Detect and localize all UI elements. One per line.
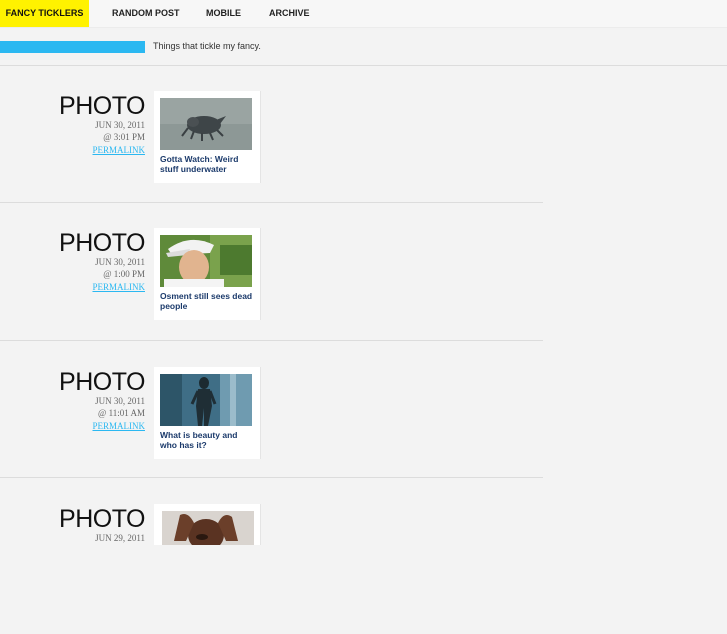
post-type: PHOTO — [59, 92, 145, 120]
woman-portrait-photo[interactable] — [162, 511, 254, 545]
top-nav: FANCY TICKLERS RANDOM POST MOBILE ARCHIV… — [0, 0, 727, 28]
post-divider — [0, 477, 543, 478]
statue-photo[interactable] — [160, 374, 252, 426]
post-caption[interactable]: What is beauty and who has it? — [160, 430, 256, 450]
post-item: PHOTO JUN 29, 2011 — [0, 504, 543, 634]
nav-random-post[interactable]: RANDOM POST — [112, 0, 180, 27]
sea-creature-photo[interactable] — [160, 98, 252, 150]
header-divider — [0, 65, 727, 66]
post-type: PHOTO — [59, 505, 145, 533]
golfer-portrait-photo[interactable] — [160, 235, 252, 287]
post-date: JUN 30, 2011 — [95, 120, 145, 130]
photo-card: Gotta Watch: Weird stuff underwater — [154, 91, 261, 183]
tagline-accent-bar — [0, 41, 145, 53]
post-time: @ 1:00 PM — [103, 269, 145, 279]
post-type: PHOTO — [59, 229, 145, 257]
post-date: JUN 30, 2011 — [95, 396, 145, 406]
post-time: @ 3:01 PM — [103, 132, 145, 142]
photo-card — [154, 504, 261, 545]
permalink[interactable]: PERMALINK — [92, 421, 145, 431]
nav-archive[interactable]: ARCHIVE — [269, 0, 310, 27]
post-caption[interactable]: Gotta Watch: Weird stuff underwater — [160, 154, 256, 174]
nav-mobile[interactable]: MOBILE — [206, 0, 241, 27]
photo-card: What is beauty and who has it? — [154, 367, 261, 459]
post-divider — [0, 340, 543, 341]
site-tagline: Things that tickle my fancy. — [153, 41, 261, 51]
post-divider — [0, 202, 543, 203]
photo-card: Osment still sees dead people — [154, 228, 261, 320]
post-date: JUN 29, 2011 — [95, 533, 145, 543]
post-caption[interactable]: Osment still sees dead people — [160, 291, 256, 311]
post-type: PHOTO — [59, 368, 145, 396]
permalink[interactable]: PERMALINK — [92, 145, 145, 155]
post-item: PHOTO JUN 30, 2011 @ 1:00 PM PERMALINK O… — [0, 228, 543, 358]
permalink[interactable]: PERMALINK — [92, 282, 145, 292]
brand-link[interactable]: FANCY TICKLERS — [0, 0, 89, 27]
post-time: @ 11:01 AM — [98, 408, 145, 418]
post-date: JUN 30, 2011 — [95, 257, 145, 267]
